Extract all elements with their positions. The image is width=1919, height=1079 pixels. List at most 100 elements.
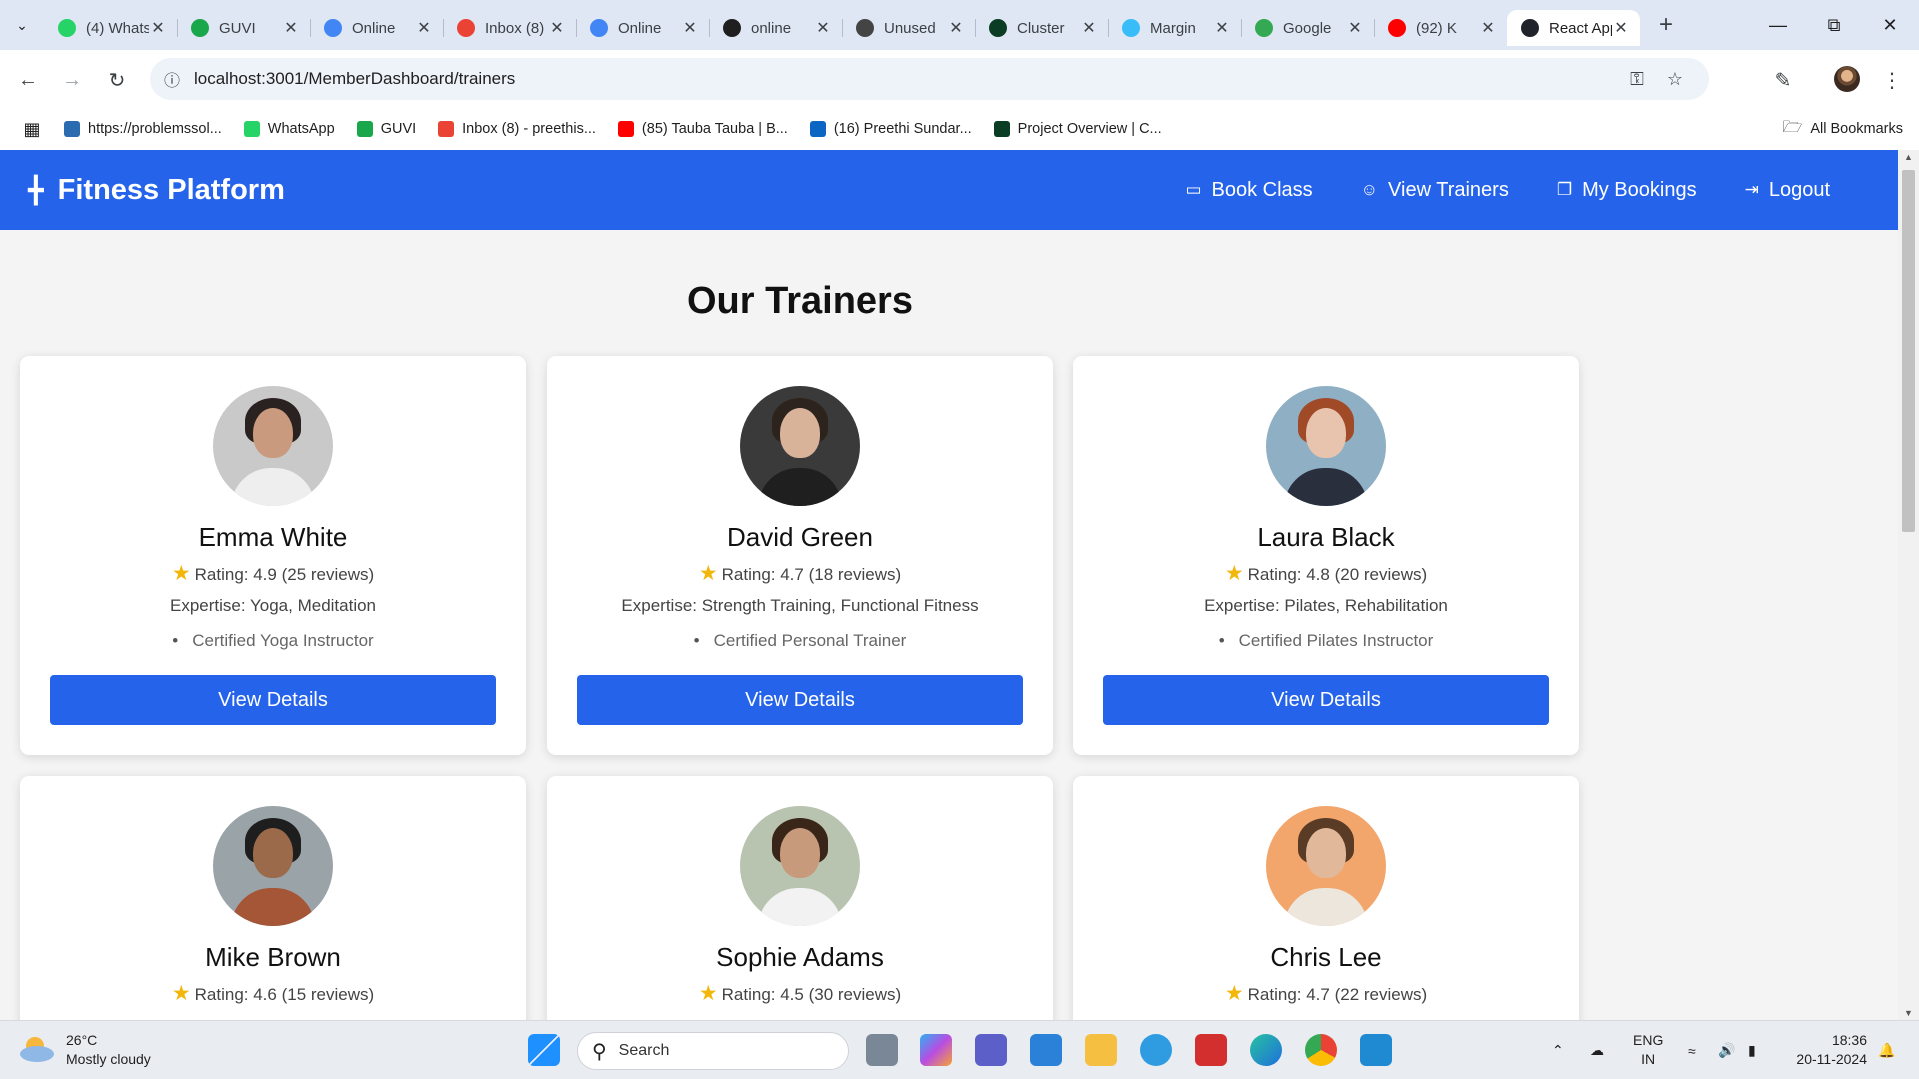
scroll-up-arrow-icon[interactable]: ▲ bbox=[1898, 152, 1919, 162]
language-indicator[interactable]: ENG IN bbox=[1633, 1031, 1663, 1069]
bookmark-item[interactable]: (85) Tauba Tauba | B... bbox=[617, 121, 788, 137]
view-details-button[interactable]: View Details bbox=[577, 675, 1023, 725]
tab-close-icon[interactable]: ✕ bbox=[681, 18, 699, 38]
copilot-icon[interactable] bbox=[920, 1034, 952, 1066]
chrome-icon[interactable] bbox=[1305, 1034, 1337, 1066]
browser-tab[interactable]: Online ✕ bbox=[576, 10, 709, 46]
bookmark-item[interactable]: https://problemssol... bbox=[64, 121, 222, 137]
browser-tab[interactable]: Margin ✕ bbox=[1108, 10, 1241, 46]
mcafee-icon[interactable] bbox=[1195, 1034, 1227, 1066]
browser-tab[interactable]: (92) K ✕ bbox=[1374, 10, 1507, 46]
bookmark-star-icon[interactable]: ☆ bbox=[1657, 58, 1693, 100]
window-close-icon[interactable]: ✕ bbox=[1862, 0, 1918, 50]
browser-tab[interactable]: Online ✕ bbox=[310, 10, 443, 46]
tab-close-icon[interactable]: ✕ bbox=[415, 18, 433, 38]
browser-tab[interactable]: Google ✕ bbox=[1241, 10, 1374, 46]
minimize-icon[interactable]: — bbox=[1750, 0, 1806, 50]
nav-my-bookings[interactable]: ❐ My Bookings bbox=[1557, 179, 1697, 202]
nav-logout[interactable]: ⇥ Logout bbox=[1745, 179, 1830, 202]
browser-tab[interactable]: React App ✕ bbox=[1507, 10, 1640, 46]
help-icon[interactable] bbox=[1140, 1034, 1172, 1066]
nav-label: My Bookings bbox=[1582, 178, 1697, 201]
system-clock[interactable]: 18:36 20-11-2024 bbox=[1796, 1031, 1867, 1069]
browser-tab[interactable]: Inbox (8) ✕ bbox=[443, 10, 576, 46]
bookmark-item[interactable]: GUVI bbox=[356, 121, 416, 137]
store-icon[interactable] bbox=[1030, 1034, 1062, 1066]
browser-tab[interactable]: online ✕ bbox=[709, 10, 842, 46]
bookmarks-bar: ▦ https://problemssol... WhatsApp GUVI Inbo… bbox=[0, 108, 1919, 150]
bookmark-item[interactable]: WhatsApp bbox=[243, 121, 335, 137]
browser-tab[interactable]: GUVI ✕ bbox=[177, 10, 310, 46]
whatsapp-icon bbox=[243, 121, 260, 137]
bookmark-item[interactable]: Project Overview | C... bbox=[993, 121, 1162, 137]
weather-cloud-icon bbox=[20, 1037, 54, 1063]
more-menu-icon[interactable]: ⋮ bbox=[1876, 64, 1908, 96]
tab-title: Unused bbox=[884, 19, 936, 37]
vscode-icon[interactable] bbox=[1360, 1034, 1392, 1066]
battery-icon[interactable]: ▮ bbox=[1748, 1021, 1756, 1079]
nav-view-trainers[interactable]: ☺ View Trainers bbox=[1361, 179, 1509, 202]
scrollbar-thumb[interactable] bbox=[1902, 170, 1915, 532]
task-view-icon[interactable] bbox=[866, 1034, 898, 1066]
tab-close-icon[interactable]: ✕ bbox=[947, 18, 965, 38]
tray-chevron-icon[interactable]: ⌃ bbox=[1552, 1021, 1564, 1079]
tab-close-icon[interactable]: ✕ bbox=[1346, 18, 1364, 38]
tab-close-icon[interactable]: ✕ bbox=[814, 18, 832, 38]
trainer-expertise: Expertise: Yoga, Meditation bbox=[169, 596, 377, 615]
file-explorer-icon[interactable] bbox=[1085, 1034, 1117, 1066]
teams-icon[interactable] bbox=[975, 1034, 1007, 1066]
extensions-icon[interactable]: ✎ bbox=[1767, 64, 1799, 96]
restore-icon[interactable]: ⧉ bbox=[1806, 0, 1862, 50]
page-scrollbar[interactable]: ▲ ▼ bbox=[1898, 150, 1919, 1020]
tab-close-icon[interactable]: ✕ bbox=[1213, 18, 1231, 38]
back-arrow-icon[interactable]: ← bbox=[12, 64, 44, 96]
scroll-down-arrow-icon[interactable]: ▼ bbox=[1898, 1008, 1919, 1018]
password-key-icon[interactable]: ⚿ bbox=[1619, 58, 1655, 100]
browser-tab[interactable]: Cluster ✕ bbox=[975, 10, 1108, 46]
trainer-card: Mike Brown ★ Rating: 4.6 (15 reviews) bbox=[20, 776, 526, 1020]
region-code: IN bbox=[1641, 1051, 1656, 1067]
address-bar[interactable]: ⓘ localhost:3001/MemberDashboard/trainer… bbox=[150, 58, 1709, 100]
bookmark-label: https://problemssol... bbox=[88, 121, 222, 137]
windows-start-icon[interactable] bbox=[528, 1034, 560, 1066]
reload-icon[interactable]: ↻ bbox=[101, 64, 133, 96]
forward-arrow-icon[interactable]: → bbox=[56, 64, 88, 96]
site-info-icon[interactable]: ⓘ bbox=[150, 67, 194, 91]
bookmark-item[interactable]: Inbox (8) - preethis... bbox=[438, 121, 596, 137]
view-details-button[interactable]: View Details bbox=[1103, 675, 1549, 725]
tab-close-icon[interactable]: ✕ bbox=[1612, 18, 1630, 38]
tab-close-icon[interactable]: ✕ bbox=[282, 18, 300, 38]
trainer-rating: ★ Rating: 4.6 (15 reviews) bbox=[20, 981, 526, 1006]
nav-book-class[interactable]: ▭ Book Class bbox=[1185, 179, 1312, 202]
onedrive-icon[interactable]: ☁ bbox=[1590, 1021, 1604, 1079]
clock-date: 20-11-2024 bbox=[1796, 1051, 1867, 1067]
browser-tab-strip: ⌄ (4) WhatsApp✕GUVI✕Online✕Inbox (8)✕Onl… bbox=[0, 0, 1919, 50]
tab-list: (4) WhatsApp✕GUVI✕Online✕Inbox (8)✕Onlin… bbox=[44, 4, 1640, 46]
browser-tab[interactable]: Unused ✕ bbox=[842, 10, 975, 46]
volume-icon[interactable]: 🔊 bbox=[1718, 1021, 1735, 1079]
browser-tab[interactable]: (4) WhatsApp✕ bbox=[44, 10, 177, 46]
bookmark-item[interactable]: (16) Preethi Sundar... bbox=[809, 121, 972, 137]
tab-search-chevron-icon[interactable]: ⌄ bbox=[0, 0, 44, 50]
wifi-icon[interactable]: ≈ bbox=[1688, 1021, 1696, 1079]
new-tab-button[interactable]: + bbox=[1646, 11, 1686, 39]
trainer-name: Emma White bbox=[198, 522, 348, 552]
tab-close-icon[interactable]: ✕ bbox=[149, 18, 167, 38]
profile-avatar[interactable] bbox=[1834, 66, 1860, 92]
apps-grid-icon[interactable]: ▦ bbox=[0, 119, 64, 140]
trainer-name: David Green bbox=[727, 522, 873, 552]
url-text[interactable]: localhost:3001/MemberDashboard/trainers bbox=[194, 69, 515, 89]
taskbar-search[interactable]: ⚲ Search bbox=[577, 1032, 849, 1070]
edge-icon[interactable] bbox=[1250, 1034, 1282, 1066]
avatar-body bbox=[1284, 888, 1368, 926]
all-bookmarks-button[interactable]: 🗁 All Bookmarks bbox=[1782, 108, 1903, 150]
tab-close-icon[interactable]: ✕ bbox=[548, 18, 566, 38]
weather-widget[interactable]: 26°C Mostly cloudy bbox=[20, 1031, 151, 1069]
brand-logo[interactable]: ╋ Fitness Platform bbox=[28, 150, 285, 230]
rating-text: Rating: 4.9 (25 reviews) bbox=[194, 565, 375, 584]
notification-bell-icon[interactable]: 🔔 bbox=[1878, 1021, 1895, 1079]
tab-close-icon[interactable]: ✕ bbox=[1080, 18, 1098, 38]
tab-close-icon[interactable]: ✕ bbox=[1479, 18, 1497, 38]
view-details-button[interactable]: View Details bbox=[50, 675, 496, 725]
app-header: ╋ Fitness Platform ▭ Book Class ☺ View Trai… bbox=[0, 150, 1898, 230]
